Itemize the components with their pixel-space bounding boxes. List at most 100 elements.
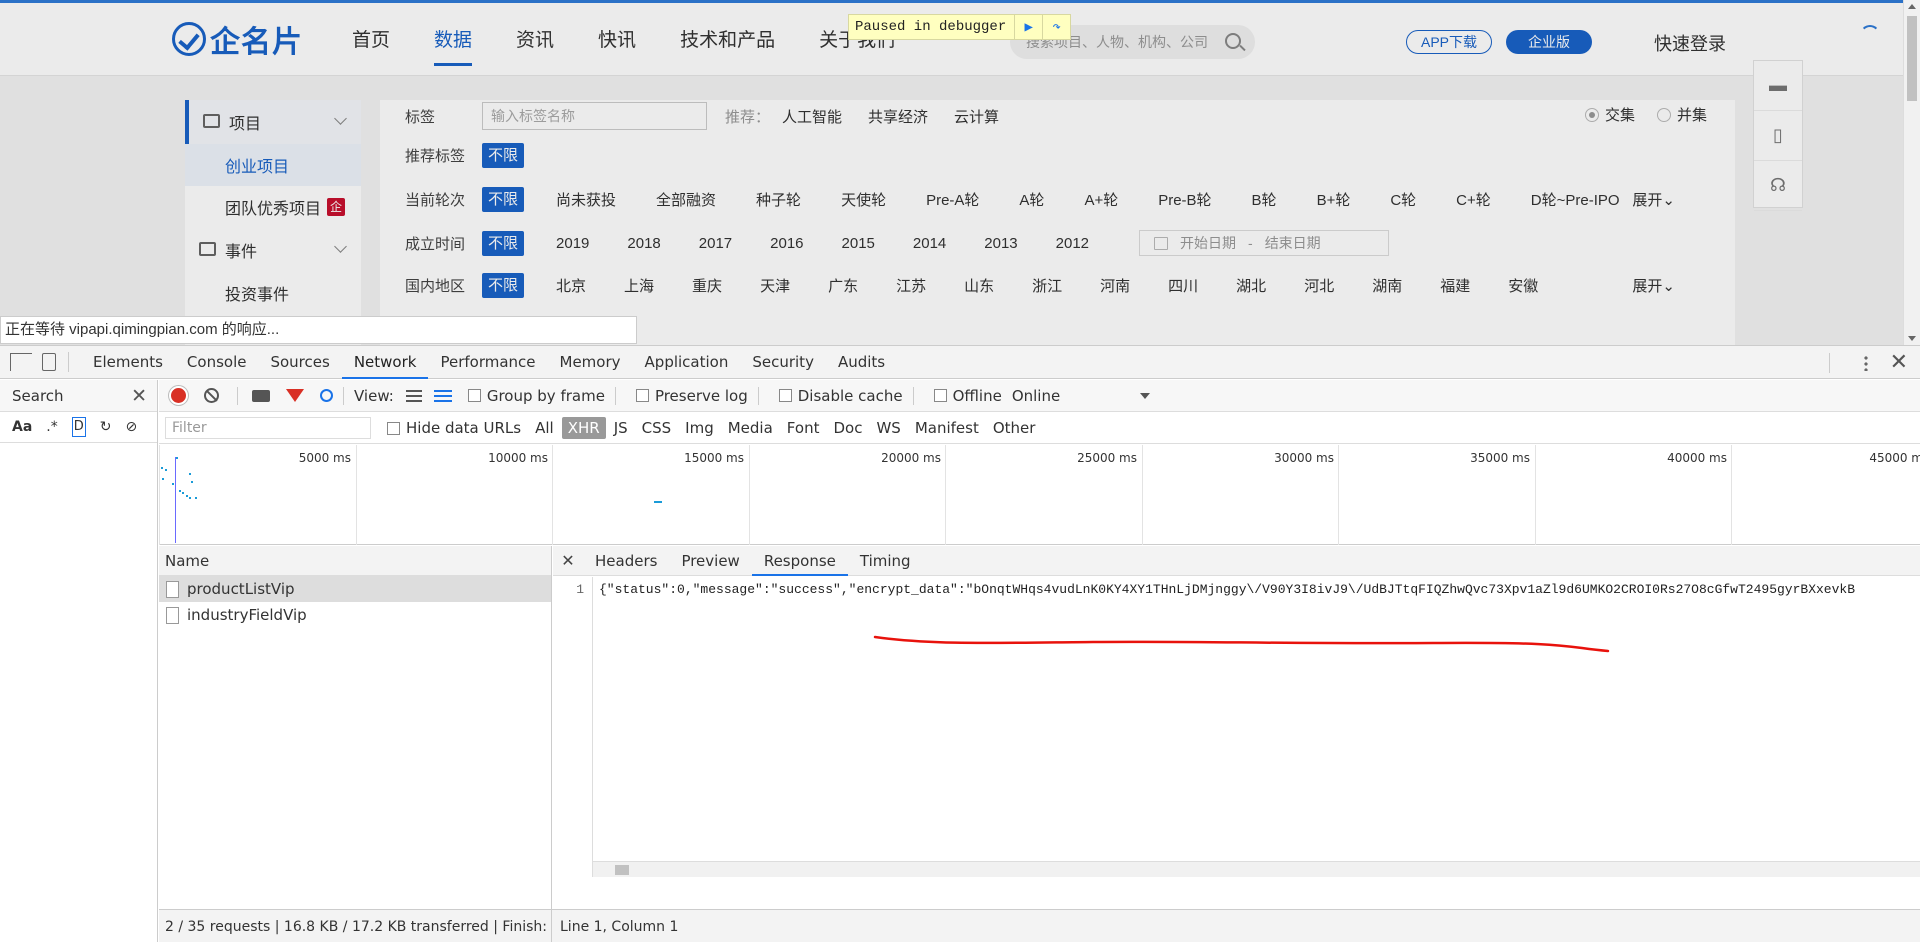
region-option[interactable]: 福建 — [1440, 275, 1470, 296]
expand-regions[interactable]: 展开⌄ — [1632, 275, 1675, 296]
enterprise-button[interactable]: 企业版 — [1506, 30, 1592, 54]
region-option[interactable]: 四川 — [1168, 275, 1198, 296]
network-filter-input[interactable]: Filter — [165, 417, 371, 439]
tab-headers[interactable]: Headers — [583, 546, 669, 576]
search-icon[interactable] — [320, 389, 333, 402]
device-toolbar-icon[interactable] — [42, 353, 56, 371]
response-viewer[interactable]: 1 {"status":0,"message":"success","encry… — [553, 577, 1920, 877]
filter-type-all[interactable]: All — [529, 417, 560, 439]
year-option[interactable]: 2016 — [770, 235, 803, 252]
nav-tech[interactable]: 技术和产品 — [680, 25, 775, 52]
sidebar-item-excellent-teams[interactable]: 团队优秀项目 企 — [185, 186, 361, 228]
search-drawer-title[interactable]: Search — [12, 387, 64, 405]
search-icon[interactable] — [1225, 33, 1241, 49]
round-option[interactable]: 种子轮 — [756, 189, 801, 210]
round-option[interactable]: Pre-A轮 — [926, 189, 979, 210]
mobile-icon[interactable]: ▯ — [1754, 111, 1802, 161]
unlimited-tag[interactable]: 不限 — [482, 187, 525, 212]
tab-preview[interactable]: Preview — [669, 546, 751, 576]
throttling-select[interactable]: Online — [1012, 387, 1151, 405]
scroll-down-icon[interactable] — [1908, 336, 1916, 341]
region-option[interactable]: 上海 — [624, 275, 654, 296]
tag-search-input[interactable]: 输入标签名称 — [482, 102, 707, 130]
nav-home[interactable]: 首页 — [352, 25, 390, 52]
network-overview-timeline[interactable]: 5000 ms 10000 ms 15000 ms 20000 ms 25000 ms 3… — [159, 445, 1920, 545]
radio-union[interactable] — [1657, 107, 1672, 122]
unlimited-tag[interactable]: 不限 — [482, 143, 525, 168]
response-body[interactable]: {"status":0,"message":"success","encrypt… — [599, 582, 1855, 597]
tab-elements[interactable]: Elements — [81, 346, 175, 379]
round-option[interactable]: 尚未获投 — [556, 189, 616, 210]
hide-data-urls-checkbox[interactable]: Hide data URLs — [387, 419, 521, 437]
nav-flash[interactable]: 快讯 — [598, 25, 636, 52]
filter-type-font[interactable]: Font — [781, 417, 826, 439]
year-option[interactable]: 2019 — [556, 235, 589, 252]
inspect-element-icon[interactable] — [10, 353, 32, 371]
sidebar-item-startup-projects[interactable]: 创业项目 — [185, 144, 361, 186]
round-option[interactable]: A+轮 — [1084, 189, 1118, 210]
more-options-icon[interactable] — [1863, 354, 1868, 371]
step-over-icon[interactable]: ↷ — [1042, 15, 1070, 39]
match-case-toggle[interactable]: Aa — [12, 419, 32, 435]
year-option[interactable]: 2012 — [1056, 235, 1089, 252]
filter-type-ws[interactable]: WS — [870, 417, 906, 439]
filter-type-css[interactable]: CSS — [636, 417, 678, 439]
close-search-icon[interactable]: ✕ — [131, 385, 147, 407]
recommend-tag[interactable]: 共享经济 — [868, 106, 928, 127]
round-option[interactable]: Pre-B轮 — [1158, 189, 1211, 210]
tab-network[interactable]: Network — [341, 346, 429, 379]
tab-security[interactable]: Security — [740, 346, 826, 379]
region-option[interactable]: 天津 — [760, 275, 790, 296]
screenshot-icon[interactable] — [252, 389, 270, 402]
region-option[interactable]: 湖北 — [1236, 275, 1266, 296]
nav-data[interactable]: 数据 — [434, 25, 473, 66]
request-row[interactable]: productListVip — [159, 576, 551, 602]
round-option[interactable]: 天使轮 — [841, 189, 886, 210]
close-detail-icon[interactable]: ✕ — [553, 551, 583, 570]
tab-timing[interactable]: Timing — [848, 546, 923, 576]
unlimited-tag[interactable]: 不限 — [482, 230, 525, 256]
date-range-picker[interactable]: 开始日期 - 结束日期 — [1139, 230, 1390, 256]
scrollbar-thumb[interactable] — [615, 865, 629, 875]
disable-cache-checkbox[interactable]: Disable cache — [778, 387, 903, 405]
region-option[interactable]: 河北 — [1304, 275, 1334, 296]
horizontal-scrollbar[interactable] — [593, 861, 1920, 877]
preserve-log-checkbox[interactable]: Preserve log — [635, 387, 748, 405]
request-row[interactable]: industryFieldVip — [159, 602, 551, 628]
nav-news[interactable]: 资讯 — [516, 25, 554, 52]
tab-audits[interactable]: Audits — [826, 346, 897, 379]
round-option[interactable]: D轮~Pre-IPO — [1531, 189, 1620, 210]
tab-console[interactable]: Console — [175, 346, 259, 379]
year-option[interactable]: 2013 — [984, 235, 1017, 252]
region-option[interactable]: 江苏 — [896, 275, 926, 296]
app-download-button[interactable]: APP下载 — [1406, 30, 1492, 54]
scroll-up-icon[interactable] — [1908, 4, 1916, 9]
tab-response[interactable]: Response — [751, 546, 848, 576]
sidebar-section-projects[interactable]: 项目 — [185, 100, 361, 144]
resume-icon[interactable]: ▶ — [1014, 15, 1042, 39]
clear-icon[interactable] — [204, 388, 219, 403]
filter-type-img[interactable]: Img — [679, 417, 720, 439]
mode-option[interactable]: 并集 — [1677, 104, 1707, 125]
region-option[interactable]: 山东 — [964, 275, 994, 296]
tab-performance[interactable]: Performance — [428, 346, 547, 379]
site-logo[interactable]: 企名片 — [172, 21, 303, 59]
filter-type-media[interactable]: Media — [722, 417, 779, 439]
round-option[interactable]: C轮 — [1390, 189, 1416, 210]
large-rows-icon[interactable] — [405, 389, 422, 402]
filter-type-manifest[interactable]: Manifest — [909, 417, 985, 439]
year-option[interactable]: 2017 — [699, 235, 732, 252]
round-option[interactable]: C+轮 — [1456, 189, 1491, 210]
tab-application[interactable]: Application — [633, 346, 741, 379]
recommend-tag[interactable]: 人工智能 — [782, 106, 842, 127]
radio-intersection[interactable] — [1585, 107, 1599, 122]
name-column-header[interactable]: Name — [159, 546, 551, 576]
waterfall-icon[interactable] — [433, 389, 452, 402]
region-option[interactable]: 广东 — [828, 275, 858, 296]
login-link[interactable]: 快速登录 — [1654, 30, 1726, 56]
round-option[interactable]: A轮 — [1019, 189, 1044, 210]
tab-memory[interactable]: Memory — [548, 346, 633, 379]
offline-checkbox[interactable]: Offline — [933, 387, 1002, 405]
recommend-tag[interactable]: 云计算 — [954, 106, 999, 127]
regex-toggle[interactable]: .* — [46, 419, 57, 435]
